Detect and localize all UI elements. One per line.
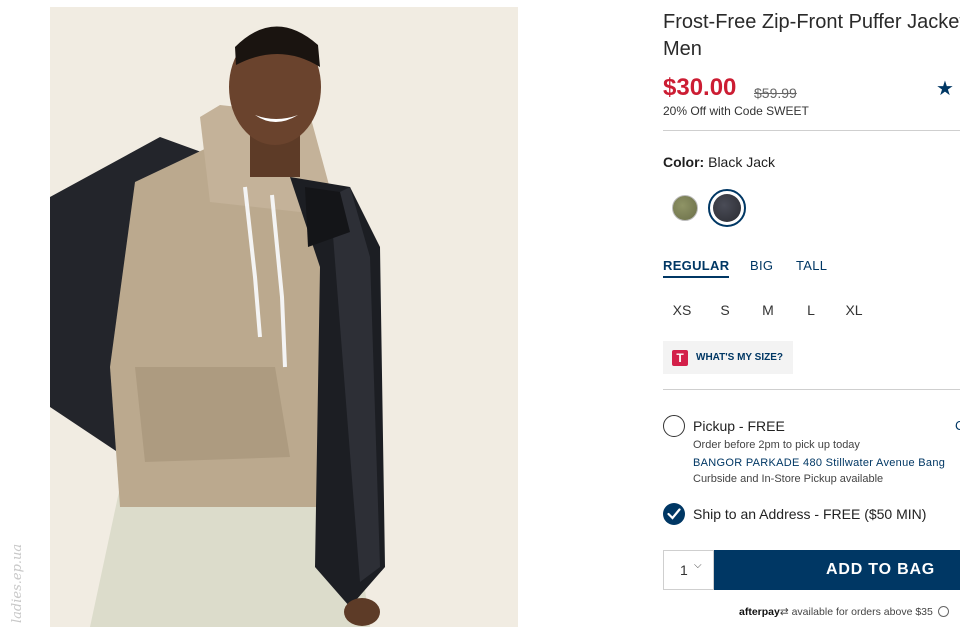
size-xs-button[interactable]: XS bbox=[667, 302, 697, 318]
size-m-button[interactable]: M bbox=[753, 302, 783, 318]
rating-star-icon[interactable]: ★ bbox=[936, 76, 954, 101]
pickup-note: Order before 2pm to pick up today bbox=[693, 439, 860, 451]
info-icon[interactable] bbox=[937, 606, 949, 617]
product-image bbox=[50, 7, 518, 627]
product-title: Frost-Free Zip-Front Puffer Jacket for M… bbox=[663, 11, 960, 60]
store-location-link[interactable]: BANGOR PARKADE 480 Stillwater Avenue Ban… bbox=[693, 457, 945, 469]
true-fit-icon: T bbox=[672, 350, 688, 366]
afterpay-arrows-icon: ⇄ bbox=[779, 606, 789, 618]
afterpay-logo: afterpay bbox=[739, 606, 780, 618]
add-to-bag-button[interactable]: ADD TO BAG bbox=[714, 550, 960, 590]
divider bbox=[663, 130, 960, 131]
svg-text:ladies.ep.ua: ladies.ep.ua bbox=[10, 544, 25, 623]
color-selection-label: Color: Black Jack bbox=[663, 154, 776, 170]
chevron-down-icon: ⌵ bbox=[694, 560, 702, 571]
pickup-radio[interactable] bbox=[663, 415, 685, 437]
original-price: $59.99 bbox=[754, 85, 797, 101]
tab-tall[interactable]: TALL bbox=[796, 258, 827, 273]
size-l-button[interactable]: L bbox=[796, 302, 826, 318]
divider bbox=[663, 389, 960, 390]
size-xl-button[interactable]: XL bbox=[839, 302, 869, 318]
selected-color-name: Black Jack bbox=[708, 154, 776, 170]
watermark-text: ladies.ep.ua bbox=[10, 544, 25, 623]
color-swatch-black-jack[interactable] bbox=[713, 194, 741, 222]
quantity-value: 1 bbox=[680, 562, 688, 578]
sale-price: $30.00 bbox=[663, 74, 737, 101]
whats-my-size-button[interactable]: T WHAT'S MY SIZE? bbox=[663, 341, 793, 374]
tab-big[interactable]: BIG bbox=[750, 258, 773, 273]
whats-my-size-label: WHAT'S MY SIZE? bbox=[696, 352, 784, 363]
ship-option-label[interactable]: Ship to an Address - FREE ($50 MIN) bbox=[693, 506, 926, 522]
afterpay-note: afterpay⇄ available for orders above $35 bbox=[739, 606, 949, 618]
ship-radio[interactable] bbox=[663, 503, 685, 525]
checkmark-icon bbox=[667, 508, 681, 520]
color-swatch-olive[interactable] bbox=[672, 195, 698, 221]
quantity-select[interactable]: 1 ⌵ bbox=[663, 550, 714, 590]
change-store-link[interactable]: C bbox=[955, 418, 960, 433]
promo-text: 20% Off with Code SWEET bbox=[663, 104, 809, 118]
pickup-option-label[interactable]: Pickup - FREE bbox=[693, 418, 785, 434]
curbside-note: Curbside and In-Store Pickup available bbox=[693, 473, 884, 485]
size-s-button[interactable]: S bbox=[710, 302, 740, 318]
tab-regular[interactable]: REGULAR bbox=[663, 258, 730, 278]
